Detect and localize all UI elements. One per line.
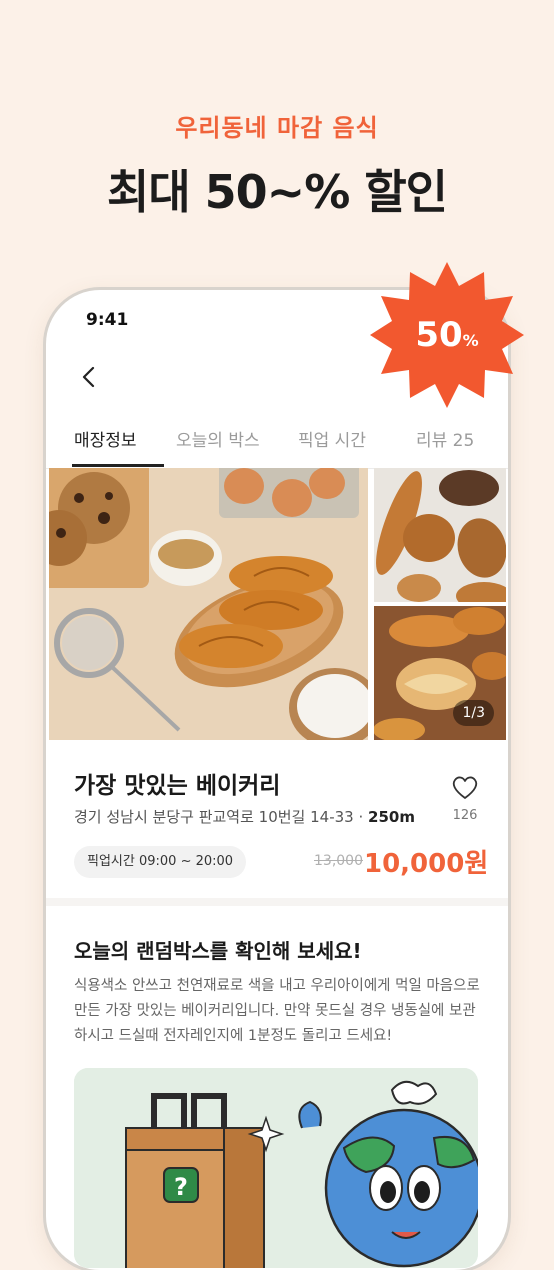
address-separator: · <box>358 808 369 826</box>
tab-bar: 매장정보 오늘의 박스 픽업 시간 리뷰 25 <box>46 426 508 469</box>
badge-unit: % <box>462 331 479 350</box>
store-distance: 250m <box>368 808 415 826</box>
discount-price: 10,000원 <box>364 849 489 879</box>
section-divider <box>46 898 508 906</box>
like-count: 126 <box>452 808 478 823</box>
question-mark-text: ? <box>174 1173 188 1201</box>
discount-starburst-badge: 50% <box>370 258 524 412</box>
gallery-thumb-pastry: 1/3 <box>374 606 506 740</box>
random-box-title: 오늘의 랜덤박스를 확인해 보세요! <box>74 939 362 963</box>
tab-pickup-time[interactable]: 픽업 시간 <box>298 426 366 466</box>
badge-value: 50 <box>415 315 463 355</box>
tab-today-box[interactable]: 오늘의 박스 <box>176 426 260 466</box>
back-arrow-icon[interactable] <box>74 362 104 392</box>
gallery-counter: 1/3 <box>453 700 494 726</box>
tab-active-indicator <box>72 464 164 467</box>
hero-title: 최대 50~% 할인 <box>107 165 448 219</box>
address-text: 경기 성남시 분당구 판교역로 10번길 14-33 <box>74 808 354 826</box>
hero-subtitle: 우리동네 마감 음식 <box>175 114 379 142</box>
status-time: 9:41 <box>86 310 129 330</box>
phone-frame: 9:41 매장정보 오늘의 박스 픽업 시간 리뷰 25 1/3 가장 맛있는 … <box>46 290 508 1270</box>
image-gallery[interactable]: 1/3 <box>49 468 506 740</box>
badge-label: 50% <box>370 258 524 412</box>
gallery-thumb-bread <box>374 468 506 602</box>
tab-reviews[interactable]: 리뷰 25 <box>416 426 474 466</box>
store-name: 가장 맛있는 베이커리 <box>74 773 281 799</box>
store-address: 경기 성남시 분당구 판교역로 10번길 14-33 · 250m <box>74 806 415 827</box>
pickup-time-badge: 픽업시간 09:00 ~ 20:00 <box>74 846 247 878</box>
random-box-description: 식용색소 안쓰고 천연재료로 색을 내고 우리아이에게 먹일 마음으로 만든 가… <box>74 978 480 1044</box>
tab-store-info[interactable]: 매장정보 <box>74 426 137 466</box>
original-price: 13,000 <box>314 853 363 869</box>
heart-icon[interactable] <box>450 772 480 802</box>
random-box-illustration: ? <box>74 1068 478 1268</box>
gallery-main-image <box>49 468 368 740</box>
